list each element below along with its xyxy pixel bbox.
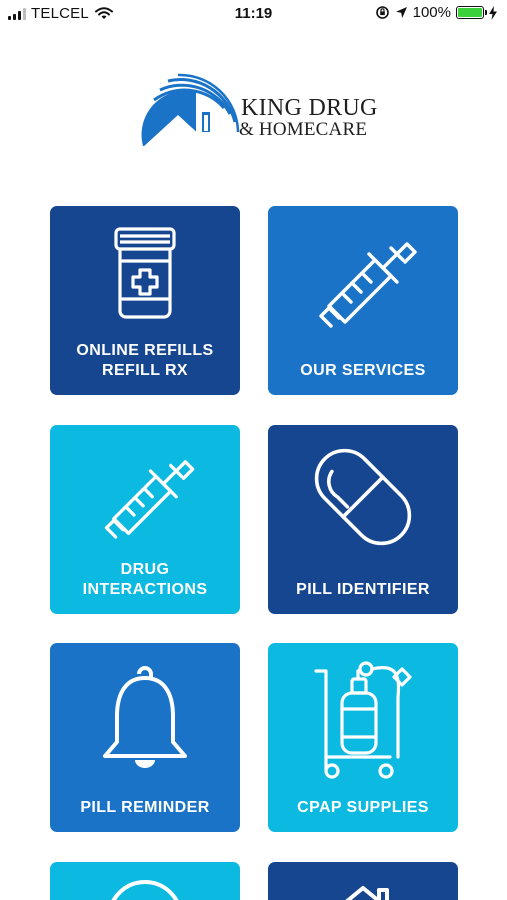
capsule-icon — [314, 448, 412, 546]
tile-label: OUR SERVICES — [300, 362, 426, 379]
syringe-icon — [104, 460, 195, 539]
tile-pill-identifier[interactable]: PILL IDENTIFIER — [268, 425, 458, 614]
tile-label: PILL REMINDER — [80, 799, 210, 816]
battery-percent: 100% — [412, 4, 451, 21]
status-bar: TELCEL 11:19 100% — [0, 0, 507, 28]
home-icon — [345, 886, 389, 900]
tile-label: CPAP SUPPLIES — [297, 799, 429, 816]
tile-cpap-supplies[interactable]: CPAP SUPPLIES — [268, 643, 458, 832]
brand-subtitle: & HOMECARE — [239, 119, 368, 140]
tile-partial-left[interactable] — [50, 862, 240, 900]
location-arrow-icon — [395, 7, 407, 18]
oxygen-tank-cart-icon — [314, 661, 412, 779]
tile-drug-interactions[interactable]: DRUG INTERACTIONS — [50, 425, 240, 614]
status-right: 100% — [375, 4, 497, 21]
pill-bottle-icon — [114, 227, 176, 319]
tile-label: DRUG INTERACTIONS — [82, 561, 208, 598]
tile-pill-reminder[interactable]: PILL REMINDER — [50, 643, 240, 832]
tile-partial-right[interactable] — [268, 862, 458, 900]
battery-icon — [456, 6, 487, 19]
tile-our-services[interactable]: OUR SERVICES — [268, 206, 458, 395]
tile-label: ONLINE REFILLS REFILL RX — [76, 342, 214, 379]
syringe-icon — [319, 242, 417, 328]
brand-name: KING DRUG — [241, 95, 378, 121]
partial-tile-icon — [111, 880, 179, 900]
house-arc-logo-icon — [141, 73, 240, 148]
charging-bolt-icon — [489, 5, 497, 20]
tile-label: PILL IDENTIFIER — [296, 581, 430, 598]
bell-icon — [103, 666, 187, 768]
brand-logo: KING DRUG & HOMECARE — [140, 70, 377, 152]
rotation-lock-icon — [375, 6, 389, 19]
tile-online-refills[interactable]: ONLINE REFILLS REFILL RX — [50, 206, 240, 395]
